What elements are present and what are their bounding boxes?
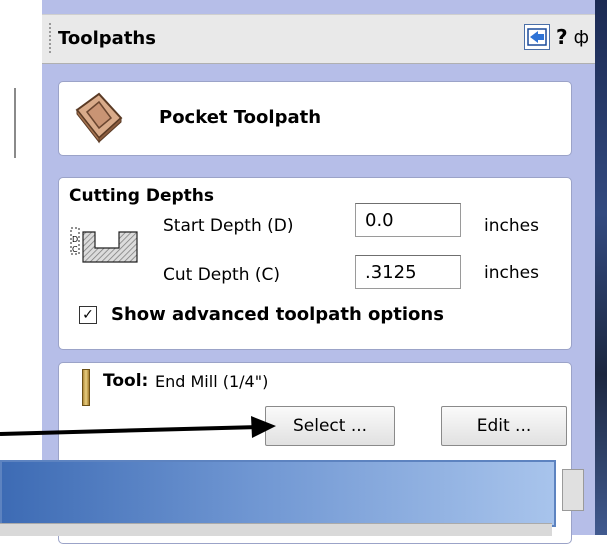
bottom-strip (0, 523, 552, 536)
tool-label: Tool: (103, 371, 149, 391)
arrow-icon (527, 28, 547, 46)
pin-icon[interactable]: ф (574, 27, 589, 48)
select-tool-button[interactable]: Select ... (265, 406, 395, 446)
start-depth-input[interactable]: 0.0 (355, 203, 461, 237)
titlebar-icons: ? ф (524, 24, 589, 50)
panel-toggle-icon[interactable] (524, 24, 550, 50)
cut-depth-label: Cut Depth (C) (163, 265, 281, 285)
pocket-toolpath-card: Pocket Toolpath (58, 81, 572, 156)
edit-tool-button[interactable]: Edit ... (441, 406, 567, 446)
background-image-strip (595, 0, 607, 535)
end-mill-icon (82, 369, 90, 406)
start-depth-label: Start Depth (D) (163, 216, 294, 236)
advanced-options-label[interactable]: Show advanced toolpath options (111, 304, 444, 325)
scrollbar[interactable] (562, 469, 584, 511)
overlay-gradient-bar (0, 460, 556, 527)
pocket-icon (75, 92, 123, 144)
drag-grip-icon[interactable] (49, 23, 51, 55)
pocket-toolpath-title: Pocket Toolpath (159, 107, 322, 128)
cut-depth-input[interactable]: .3125 (355, 255, 461, 289)
cutting-depths-card: Cutting Depths D C Start Depth (D) 0.0 i… (58, 177, 572, 350)
depth-diagram-icon: D C (70, 227, 138, 263)
panel-title: Toolpaths (58, 28, 156, 49)
cutting-depths-title: Cutting Depths (69, 186, 215, 206)
advanced-options-checkbox[interactable]: ✓ (79, 306, 97, 324)
help-icon[interactable]: ? (556, 25, 568, 49)
toolpaths-panel: Toolpaths ? ф Pocket Toolpath Cutting De… (42, 0, 595, 544)
svg-text:C: C (72, 245, 78, 254)
start-depth-unit: inches (484, 216, 539, 236)
tool-value: End Mill (1/4") (155, 372, 269, 391)
cut-depth-unit: inches (484, 263, 539, 283)
background-strip (0, 0, 42, 535)
panel-titlebar: Toolpaths ? ф (42, 14, 595, 64)
divider (14, 88, 16, 158)
svg-text:D: D (72, 235, 78, 244)
